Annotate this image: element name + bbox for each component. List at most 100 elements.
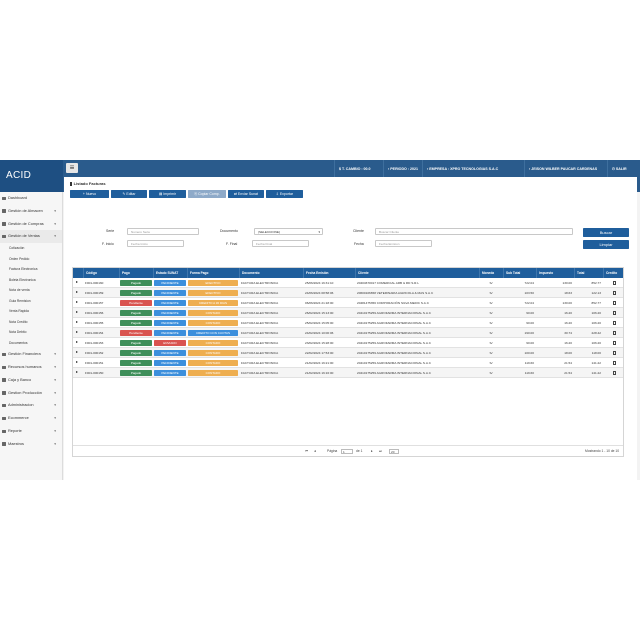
cell-impuesto: 18.00 <box>564 351 572 355</box>
sidebar-subitem[interactable]: Nota de venta <box>0 285 62 296</box>
sidebar-item-administracion[interactable]: Administracion ▾ <box>0 399 62 412</box>
serie-label: Serie <box>106 229 115 233</box>
table-row[interactable]: F001-000160 Pagado PENDIENTE EFECTIVO FACTUR… <box>73 278 623 288</box>
sidebar-item-dashboard[interactable]: Dashboard <box>0 192 62 205</box>
serie-input[interactable]: Numero Serie <box>127 228 199 235</box>
brand-logo[interactable]: ACID <box>0 160 63 192</box>
column-header[interactable]: Estado SUNAT <box>153 268 187 278</box>
send-sunat-button[interactable]: ⇄ Enviar Sunat <box>228 190 264 198</box>
sidebar-subitem[interactable]: Boleta Electronica <box>0 275 62 286</box>
table-row[interactable]: F001-000152 Pagado PENDIENTE CONTADO FACTURA… <box>73 348 623 358</box>
clear-button[interactable]: Limpiar <box>583 240 629 249</box>
sunat-status-badge: PENDIENTE <box>154 350 186 356</box>
delete-icon[interactable] <box>613 351 616 355</box>
sidebar-item-maestros[interactable]: Maestros ▾ <box>0 438 62 451</box>
table-row[interactable]: F001-000150 Pagado PENDIENTE CONTADO FACTURA… <box>73 368 623 378</box>
sidebar-subitem[interactable]: Factura Electronica <box>0 264 62 275</box>
sidebar-item-reporte[interactable]: Reporte ▾ <box>0 425 62 438</box>
expand-row-icon[interactable] <box>76 371 78 374</box>
sidebar-item-ecommerce[interactable]: Ecommerce ▾ <box>0 412 62 425</box>
delete-icon[interactable] <box>613 321 616 325</box>
new-button[interactable]: + Nuevo <box>70 190 109 198</box>
delete-icon[interactable] <box>613 341 616 345</box>
print-button[interactable]: ▤ Imprimir <box>149 190 186 198</box>
search-button[interactable]: Buscar <box>583 228 629 237</box>
expand-row-icon[interactable] <box>76 361 78 364</box>
delete-icon[interactable] <box>613 311 616 315</box>
page-size-select[interactable]: 20 <box>389 449 399 454</box>
delete-icon[interactable] <box>613 361 616 365</box>
documento-select[interactable]: (SELECCIONE) ▾ <box>254 228 323 235</box>
table-row[interactable]: F001-000154 Pendiente PENDIENTE CREDITO CON… <box>73 328 623 338</box>
column-header[interactable]: Cliente <box>355 268 479 278</box>
sidebar-subitem[interactable]: Nota Debito <box>0 327 62 338</box>
cell-fecha: 26/02/2024 15:13:00 <box>305 311 334 315</box>
sidebar-subitem[interactable]: Documentos <box>0 338 62 349</box>
expand-row-icon[interactable] <box>76 281 78 284</box>
sidebar-subitem[interactable]: Nota Credito <box>0 317 62 328</box>
column-header[interactable]: Impuesto <box>536 268 574 278</box>
export-button[interactable]: ⇩ Exportar <box>266 190 303 198</box>
table-row[interactable]: F001-000157 Pendiente PENDIENTE CREDITO A 3… <box>73 298 623 308</box>
cart-icon <box>2 222 6 226</box>
fecha-input[interactable]: Fecha Emision <box>375 240 432 247</box>
cell-doc: FACTURA ELECTRONICA <box>241 301 279 305</box>
expand-row-icon[interactable] <box>76 351 78 354</box>
sidebar-subitem[interactable]: Orden Pedido <box>0 254 62 265</box>
column-header[interactable]: Pago <box>119 268 153 278</box>
sidebar-item-gesti-n-de-compras[interactable]: Gestión de Compras ▾ <box>0 218 62 231</box>
sidebar-subitem[interactable]: Guia Remision <box>0 296 62 307</box>
ffinal-input[interactable]: Fecha Final <box>252 240 309 247</box>
sidebar-item-gesti-n-de-almacen[interactable]: Gestión de Almacen ▾ <box>0 205 62 218</box>
finicio-input[interactable]: Fecha Inicio <box>127 240 184 247</box>
sidebar-subitem[interactable]: Venta Rapida <box>0 306 62 317</box>
sidebar-item-recursos-humanos[interactable]: Recursos humanos ▾ <box>0 361 62 374</box>
delete-icon[interactable] <box>613 291 616 295</box>
sidebar-item-gestion-producci-n[interactable]: Gestion Producción ▾ <box>0 387 62 400</box>
documento-label: Documento <box>220 229 238 233</box>
expand-row-icon[interactable] <box>76 321 78 324</box>
column-header[interactable]: Documento <box>239 268 303 278</box>
chevron-down-icon: ▾ <box>54 352 56 357</box>
expand-row-icon[interactable] <box>76 311 78 314</box>
expand-row-icon[interactable] <box>76 291 78 294</box>
delete-icon[interactable] <box>613 281 616 285</box>
menu-toggle-button[interactable]: ≡ <box>66 163 78 173</box>
expand-row-icon[interactable] <box>76 301 78 304</box>
column-header[interactable]: Credito <box>603 268 625 278</box>
table-row[interactable]: F001-000151 Pagado PENDIENTE CONTADO FACTURA… <box>73 358 623 368</box>
cliente-input[interactable]: Buscar Cliente <box>375 228 573 235</box>
sidebar-subitem[interactable]: Cotización <box>0 243 62 254</box>
table-row[interactable]: F001-000153 Pagado ENVIADO CONTADO FACTURA E… <box>73 338 623 348</box>
ecommerce-icon <box>2 416 6 421</box>
expand-row-icon[interactable] <box>76 341 78 344</box>
chevron-down-icon: ▾ <box>54 441 56 446</box>
page-input[interactable]: 1 <box>341 449 353 454</box>
column-header[interactable]: Total <box>574 268 603 278</box>
pager-summary: Mostrando 1 - 10 de 10 <box>585 449 620 453</box>
column-header[interactable]: Código <box>83 268 119 278</box>
edit-button[interactable]: ✎ Editar <box>111 190 147 198</box>
delete-icon[interactable] <box>613 301 616 305</box>
cell-impuesto: 30.74 <box>564 331 572 335</box>
sidebar-item-gesti-n-financiera[interactable]: Gestión Financiera ▾ <box>0 348 62 361</box>
prev-page-button[interactable]: ◂ <box>314 446 316 457</box>
table-row[interactable]: F001-000156 Pagado PENDIENTE CONTADO FACTURA… <box>73 308 623 318</box>
copy-button[interactable]: ⎘ Copiar Comp. <box>188 190 226 198</box>
bank-icon <box>2 378 6 382</box>
delete-icon[interactable] <box>613 331 616 335</box>
next-page-button[interactable]: ▸ <box>371 446 373 457</box>
delete-icon[interactable] <box>613 371 616 375</box>
sidebar-item-caja-y-banco[interactable]: Caja y Banco ▾ <box>0 374 62 387</box>
expand-row-icon[interactable] <box>76 331 78 334</box>
column-header[interactable]: Moneda <box>479 268 503 278</box>
cell-fecha: 21/02/2024 16:16:00 <box>305 371 334 375</box>
table-row[interactable]: F001-000155 Pagado PENDIENTE CONTADO FACTURA… <box>73 318 623 328</box>
table-row[interactable]: F001-000159 Pagado PENDIENTE EFECTIVO FACTUR… <box>73 288 623 298</box>
sidebar-item-gesti-n-de-ventas[interactable]: Gestión de Ventas ▾ <box>0 230 62 244</box>
column-header[interactable]: Fecha Emisión <box>303 268 355 278</box>
first-page-button[interactable]: ⏮ <box>305 446 308 457</box>
column-header[interactable]: Sub Total <box>503 268 536 278</box>
last-page-button[interactable]: ⏭ <box>379 446 382 457</box>
column-header[interactable]: Forma Pago <box>187 268 239 278</box>
